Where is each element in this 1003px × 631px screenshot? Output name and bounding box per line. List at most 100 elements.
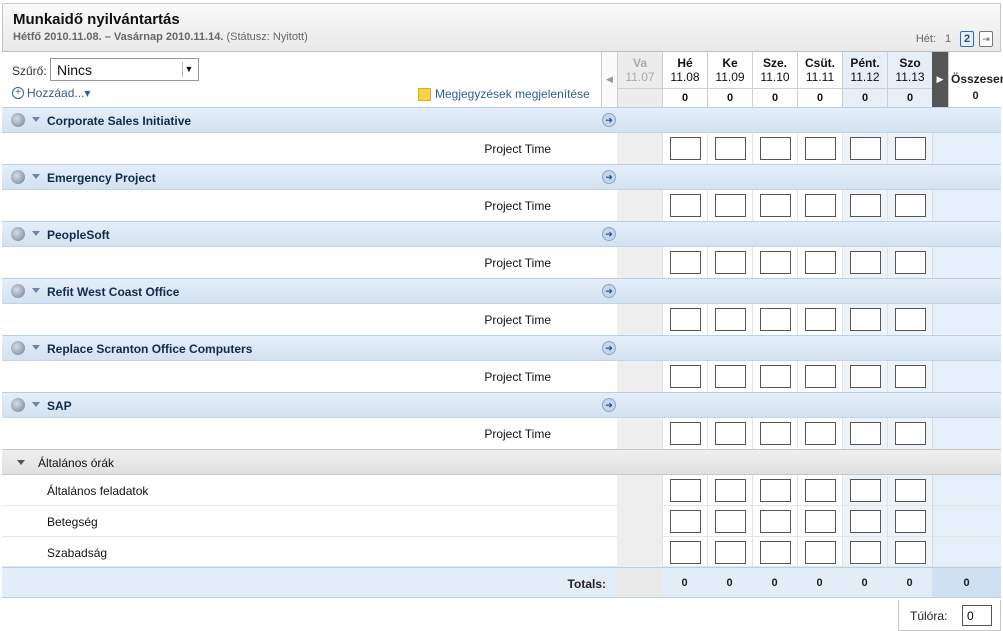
hours-input[interactable] [670,422,701,445]
hours-input[interactable] [895,422,926,445]
next-day-arrow-icon[interactable]: ▶ [932,52,948,107]
hours-input[interactable] [895,137,926,160]
arrow-right-icon[interactable]: ➜ [602,398,616,412]
add-button[interactable]: + Hozzáad...▾ [12,86,90,100]
collapse-triangle-icon[interactable] [32,117,40,122]
hours-input[interactable] [895,479,926,502]
task-row: Project Time [2,133,1001,164]
hours-input[interactable] [895,308,926,331]
general-row: Szabadság [2,537,1001,567]
week-page-2[interactable]: 2 [960,31,974,47]
hours-input[interactable] [670,308,701,331]
prev-day-arrow-icon[interactable]: ◀ [601,52,617,107]
week-page-1[interactable]: 1 [941,31,955,47]
project-row[interactable]: Refit West Coast Office ➜ [2,278,1001,304]
hours-input[interactable] [895,251,926,274]
hours-input[interactable] [850,194,881,217]
last-week-icon[interactable]: ⇥ [979,31,993,47]
hours-input[interactable] [715,510,746,533]
overtime-input[interactable] [962,605,992,626]
day-total: 0 [843,88,887,106]
show-notes-link[interactable]: Megjegyzések megjelenítése [418,87,590,101]
arrow-right-icon[interactable]: ➜ [602,113,616,127]
total-value: 0 [906,577,913,589]
hours-input[interactable] [805,365,836,388]
hours-input[interactable] [850,137,881,160]
disabled-day-cell [617,418,662,449]
arrow-right-icon[interactable]: ➜ [602,227,616,241]
hours-input[interactable] [805,479,836,502]
collapse-triangle-icon[interactable] [32,345,40,350]
arrow-right-icon[interactable]: ➜ [602,341,616,355]
collapse-triangle-icon[interactable] [32,231,40,236]
hours-input[interactable] [760,137,791,160]
hours-input[interactable] [760,365,791,388]
hours-input[interactable] [670,194,701,217]
collapse-triangle-icon[interactable] [32,288,40,293]
general-item-label: Betegség [47,515,98,529]
project-row[interactable]: Replace Scranton Office Computers ➜ [2,335,1001,361]
hours-input[interactable] [715,194,746,217]
hours-input[interactable] [895,365,926,388]
project-row[interactable]: PeopleSoft ➜ [2,221,1001,247]
hours-input[interactable] [670,479,701,502]
hours-input[interactable] [760,510,791,533]
hours-input[interactable] [760,194,791,217]
task-row: Project Time [2,304,1001,335]
hours-input[interactable] [805,251,836,274]
day-name: Hé [677,56,693,70]
general-hours-header[interactable]: Általános órák [2,449,1001,475]
hours-input[interactable] [850,510,881,533]
hours-input[interactable] [670,365,701,388]
hours-input[interactable] [715,422,746,445]
hours-input[interactable] [805,541,836,564]
hours-input[interactable] [715,479,746,502]
day-header-mon: Hé 11.08 0 [662,52,707,107]
hours-input[interactable] [805,308,836,331]
hours-input[interactable] [850,541,881,564]
collapse-triangle-icon[interactable] [32,402,40,407]
hours-input[interactable] [850,422,881,445]
arrow-right-icon[interactable]: ➜ [602,170,616,184]
arrow-right-icon[interactable]: ➜ [602,284,616,298]
project-icon [11,398,25,412]
project-row[interactable]: Emergency Project ➜ [2,164,1001,190]
hours-input[interactable] [805,194,836,217]
hours-input[interactable] [760,541,791,564]
hours-input[interactable] [670,541,701,564]
hours-input[interactable] [670,510,701,533]
hours-input[interactable] [670,251,701,274]
day-total [618,88,662,106]
hours-input[interactable] [760,308,791,331]
hours-input[interactable] [715,137,746,160]
hours-input[interactable] [670,137,701,160]
day-header-sun: Va 11.07 [617,52,662,107]
hours-input[interactable] [895,510,926,533]
hours-input[interactable] [760,422,791,445]
hours-input[interactable] [895,194,926,217]
hours-input[interactable] [850,479,881,502]
collapse-triangle-icon[interactable] [32,174,40,179]
row-sum-cell [932,247,1001,278]
day-date: 11.07 [625,70,655,84]
hours-input[interactable] [895,541,926,564]
hours-input[interactable] [715,541,746,564]
general-item-label: Szabadság [47,546,108,560]
hours-input[interactable] [850,251,881,274]
hours-input[interactable] [715,251,746,274]
hours-input[interactable] [715,365,746,388]
collapse-triangle-icon[interactable] [17,460,25,465]
project-row[interactable]: SAP ➜ [2,392,1001,418]
hours-input[interactable] [805,422,836,445]
project-row[interactable]: Corporate Sales Initiative ➜ [2,107,1001,133]
chevron-down-icon: ▼ [182,62,195,77]
hours-input[interactable] [850,365,881,388]
hours-input[interactable] [850,308,881,331]
week-label: Hét: [915,33,936,45]
hours-input[interactable] [805,510,836,533]
hours-input[interactable] [760,479,791,502]
filter-select[interactable]: Nincs ▼ [50,58,199,81]
hours-input[interactable] [805,137,836,160]
hours-input[interactable] [760,251,791,274]
hours-input[interactable] [715,308,746,331]
